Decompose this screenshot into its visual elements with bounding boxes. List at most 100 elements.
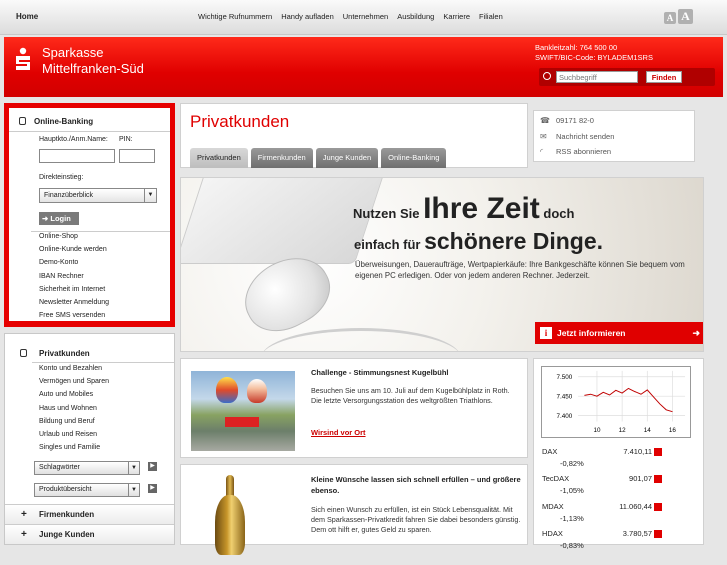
stock-change: -0,83%	[560, 541, 584, 550]
tab-privatkunden[interactable]: Privatkunden	[190, 148, 248, 168]
nav-junge-kunden-label: Junge Kunden	[39, 530, 95, 539]
chevron-down-icon: ▼	[128, 462, 139, 474]
service-links: Wichtige Rufnummern Handy aufladen Unter…	[198, 12, 503, 21]
keyword-select-value: Schlagwörter	[39, 464, 80, 471]
hero-line1-end: doch	[543, 206, 575, 221]
tab-junge-kunden[interactable]: Junge Kunden	[315, 148, 379, 168]
plus-icon: +	[21, 529, 27, 540]
arrow-down-icon	[654, 475, 662, 483]
keyword-select[interactable]: Schlagwörter ▼	[34, 461, 140, 475]
stock-value: 7.410,11	[623, 447, 652, 456]
lock-icon	[19, 117, 26, 125]
link-sicherheit[interactable]: Sicherheit im Internet	[39, 283, 109, 296]
hero-headline-2: einfach für schönere Dinge.	[354, 228, 603, 255]
y-tick-label: 7.500	[556, 374, 572, 381]
stock-row[interactable]: TecDAX 901,07	[542, 474, 662, 485]
hero-banner[interactable]: Nutzen Sie Ihre Zeit doch einfach für sc…	[180, 177, 704, 352]
x-tick-label: 16	[669, 427, 677, 434]
info-icon: i	[540, 327, 552, 339]
nav-link-filialen[interactable]: Filialen	[479, 12, 503, 21]
triathlon-image[interactable]	[191, 371, 295, 451]
news-title[interactable]: Kleine Wünsche lassen sich schnell erfül…	[311, 474, 521, 496]
login-button[interactable]: ➜ Login	[39, 212, 79, 225]
arrow-right-icon: ➜	[692, 328, 700, 338]
link-newsletter[interactable]: Newsletter Anmeldung	[39, 296, 109, 309]
news-title[interactable]: Challenge - Stimmungsnest Kugelbühl	[311, 367, 449, 378]
y-tick-labels: 7.500 7.450 7.400	[556, 374, 572, 420]
x-tick-label: 14	[644, 427, 652, 434]
pin-label: PIN:	[119, 136, 133, 143]
go-button[interactable]: ▶	[148, 462, 157, 471]
nav-link-handy[interactable]: Handy aufladen	[281, 12, 334, 21]
link-singles-familie[interactable]: Singles und Familie	[39, 441, 109, 454]
account-label: Hauptkto./Anm.Name:	[39, 136, 108, 143]
news-card: Kleine Wünsche lassen sich schnell erfül…	[180, 464, 528, 555]
online-banking-links: Online-Shop Online-Kunde werden Demo-Kon…	[39, 230, 109, 322]
nav-link-rufnummern[interactable]: Wichtige Rufnummern	[198, 12, 272, 21]
balloon-image	[216, 377, 238, 403]
nav-firmenkunden[interactable]: + Firmenkunden	[5, 504, 174, 524]
contact-message[interactable]: Nachricht senden	[556, 132, 614, 141]
arrow-down-icon	[654, 503, 662, 511]
stock-row[interactable]: MDAX 11.060,44	[542, 502, 662, 513]
link-bildung-beruf[interactable]: Bildung und Beruf	[39, 415, 109, 428]
product-select[interactable]: Produktübersicht ▼	[34, 483, 140, 497]
tab-firmenkunden[interactable]: Firmenkunden	[250, 148, 313, 168]
main-header: Privatkunden Privatkunden Firmenkunden J…	[180, 103, 528, 168]
login-label: Login	[50, 214, 71, 223]
plus-icon: +	[21, 509, 27, 520]
product-select-value: Produktübersicht	[39, 486, 92, 493]
link-free-sms[interactable]: Free SMS versenden	[39, 309, 109, 322]
phone-icon: ☎	[540, 116, 550, 125]
entry-label: Direkteinstieg:	[39, 174, 84, 181]
nav-junge-kunden[interactable]: + Junge Kunden	[5, 524, 174, 544]
stock-name: DAX	[542, 447, 558, 456]
search-button[interactable]: Finden	[646, 71, 682, 83]
stock-name: HDAX	[542, 529, 563, 538]
font-larger-button[interactable]: A	[678, 9, 693, 24]
online-banking-title: Online-Banking	[34, 117, 94, 126]
hero-headline-1: Nutzen Sie Ihre Zeit doch	[353, 192, 574, 226]
pin-input[interactable]	[119, 149, 155, 163]
sparkasse-logo-icon[interactable]	[14, 47, 32, 73]
font-smaller-button[interactable]: A	[664, 12, 676, 24]
stock-row[interactable]: HDAX 3.780,57	[542, 529, 662, 540]
nav-link-unternehmen[interactable]: Unternehmen	[343, 12, 388, 21]
stock-row[interactable]: DAX 7.410,11	[542, 447, 662, 458]
link-vermoegen-sparen[interactable]: Vermögen und Sparen	[39, 375, 109, 388]
link-urlaub-reisen[interactable]: Urlaub und Reisen	[39, 428, 109, 441]
link-iban-rechner[interactable]: IBAN Rechner	[39, 270, 109, 283]
chart-grid	[578, 370, 686, 422]
link-konto-bezahlen[interactable]: Konto und Bezahlen	[39, 362, 109, 375]
contact-rss[interactable]: RSS abonnieren	[556, 147, 611, 156]
bank-name-line2: Mittelfranken-Süd	[42, 61, 144, 76]
oriental-jug-image[interactable]	[195, 475, 265, 565]
search-icon	[543, 72, 551, 80]
dax-chart[interactable]: 7.500 7.450 7.400 10 12 14 16	[541, 366, 691, 438]
x-tick-label: 10	[593, 427, 601, 434]
stock-change: -1,05%	[560, 486, 584, 495]
search-input[interactable]	[556, 71, 638, 83]
hero-line1-small: Nutzen Sie	[353, 206, 420, 221]
link-demo-konto[interactable]: Demo-Konto	[39, 256, 109, 269]
hero-line1-big: Ihre Zeit	[423, 192, 540, 225]
link-auto-mobiles[interactable]: Auto und Mobiles	[39, 388, 109, 401]
link-haus-wohnen[interactable]: Haus und Wohnen	[39, 402, 109, 415]
nav-link-karriere[interactable]: Karriere	[443, 12, 470, 21]
y-tick-label: 7.450	[556, 394, 572, 401]
entry-select[interactable]: Finanzüberblick ▼	[39, 188, 157, 203]
hero-cta-button[interactable]: i Jetzt informieren ➜	[535, 322, 703, 344]
tab-online-banking[interactable]: Online-Banking	[381, 148, 447, 168]
news-link[interactable]: Wirsind vor Ort	[311, 428, 366, 437]
hero-line2-small: einfach für	[354, 237, 421, 252]
contact-phone[interactable]: 09171 82-0	[556, 116, 594, 125]
lock-icon	[20, 349, 27, 357]
nav-link-ausbildung[interactable]: Ausbildung	[397, 12, 434, 21]
go-button[interactable]: ▶	[148, 484, 157, 493]
account-input[interactable]	[39, 149, 115, 163]
home-link[interactable]: Home	[16, 12, 38, 21]
news-text: Besuchen Sie uns am 10. Juli auf dem Kug…	[311, 386, 510, 405]
link-online-kunde[interactable]: Online-Kunde werden	[39, 243, 109, 256]
privatkunden-links: Konto und Bezahlen Vermögen und Sparen A…	[39, 362, 109, 454]
link-online-shop[interactable]: Online-Shop	[39, 230, 109, 243]
